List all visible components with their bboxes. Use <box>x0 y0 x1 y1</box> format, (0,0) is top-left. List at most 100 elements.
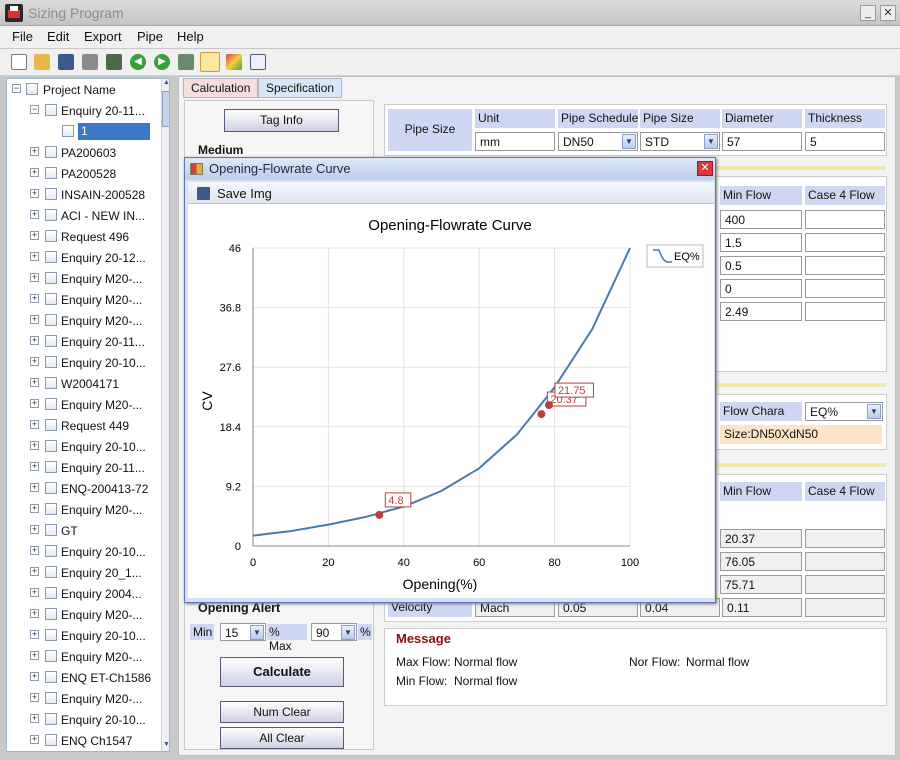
checkbox-icon[interactable] <box>45 209 57 221</box>
expand-icon[interactable]: + <box>30 231 39 240</box>
chart-icon[interactable] <box>200 52 220 72</box>
checkbox-icon[interactable] <box>45 461 57 473</box>
checkbox-icon[interactable] <box>45 629 57 641</box>
checkbox-icon[interactable] <box>45 293 57 305</box>
checkbox-icon[interactable] <box>45 146 57 158</box>
min-flow-field[interactable]: 400 <box>720 210 802 229</box>
tree-item[interactable]: + ACI - NEW IN... <box>7 205 157 226</box>
tree-item[interactable]: − Enquiry 20-11... <box>7 100 157 121</box>
min-flow-field[interactable]: 2.49 <box>720 302 802 321</box>
tree-item[interactable]: + PA200603 <box>7 142 157 163</box>
expand-icon[interactable]: + <box>30 357 39 366</box>
min-flow-field[interactable]: 1.5 <box>720 233 802 252</box>
tree-item[interactable]: + Enquiry M20-... <box>7 688 157 709</box>
menu-pipe[interactable]: Pipe <box>137 29 163 44</box>
tree-item[interactable]: + ENQ ET-Ch1586 <box>7 667 157 688</box>
open-icon[interactable] <box>34 54 50 70</box>
expand-icon[interactable]: + <box>30 462 39 471</box>
checkbox-icon[interactable] <box>62 125 74 137</box>
checkbox-icon[interactable] <box>45 314 57 326</box>
save-img-button[interactable]: Save Img <box>217 186 272 201</box>
tree-item-selected[interactable]: 1 <box>7 121 157 142</box>
export-icon[interactable] <box>178 54 194 70</box>
all-clear-button[interactable]: All Clear <box>220 727 344 749</box>
case4-flow-field[interactable] <box>805 279 885 298</box>
num-clear-button[interactable]: Num Clear <box>220 701 344 723</box>
expand-icon[interactable]: + <box>30 567 39 576</box>
expand-icon[interactable]: + <box>30 714 39 723</box>
tree-item[interactable]: + Enquiry 20-10... <box>7 541 157 562</box>
minimize-button[interactable]: _ <box>860 5 876 21</box>
menu-file[interactable]: File <box>12 29 33 44</box>
tree-item[interactable]: + W2004171 <box>7 373 157 394</box>
expand-icon[interactable]: + <box>30 189 39 198</box>
expand-icon[interactable]: + <box>30 588 39 597</box>
checkbox-icon[interactable] <box>45 335 57 347</box>
checkbox-icon[interactable] <box>45 734 57 746</box>
min-flow-field[interactable]: 0 <box>720 279 802 298</box>
tree-item[interactable]: + Enquiry M20-... <box>7 646 157 667</box>
checkbox-icon[interactable] <box>45 251 57 263</box>
expand-icon[interactable]: − <box>12 84 21 93</box>
checkbox-icon[interactable] <box>45 692 57 704</box>
checkbox-icon[interactable] <box>45 608 57 620</box>
tag-info-button[interactable]: Tag Info <box>224 109 339 132</box>
tree-item[interactable]: + Enquiry M20-... <box>7 268 157 289</box>
checkbox-icon[interactable] <box>45 188 57 200</box>
expand-icon[interactable]: + <box>30 147 39 156</box>
expand-icon[interactable]: + <box>30 378 39 387</box>
checkbox-icon[interactable] <box>45 545 57 557</box>
opening-max-select[interactable]: 90 ▼ <box>311 623 357 641</box>
forward-icon[interactable]: ▶ <box>154 54 170 70</box>
tree-item[interactable]: + PA200528 <box>7 163 157 184</box>
expand-icon[interactable]: + <box>30 630 39 639</box>
checkbox-icon[interactable] <box>45 230 57 242</box>
expand-icon[interactable]: + <box>30 504 39 513</box>
color-icon[interactable] <box>226 54 242 70</box>
expand-icon[interactable]: + <box>30 399 39 408</box>
tree-item[interactable]: + ENQ-200413-72 <box>7 478 157 499</box>
checkbox-icon[interactable] <box>45 398 57 410</box>
close-window-button[interactable]: ✕ <box>880 5 896 21</box>
tree-root[interactable]: − Project Name <box>7 79 157 100</box>
tree-item[interactable]: + Enquiry 20-11... <box>7 331 157 352</box>
tree-item[interactable]: + Enquiry 20-10... <box>7 625 157 646</box>
tree-item[interactable]: + Enquiry M20-... <box>7 604 157 625</box>
back-icon[interactable]: ◀ <box>130 54 146 70</box>
tree-item[interactable]: + Enquiry 20_1... <box>7 562 157 583</box>
tree-item[interactable]: + Request 496 <box>7 226 157 247</box>
expand-icon[interactable]: + <box>30 420 39 429</box>
menu-help[interactable]: Help <box>177 29 204 44</box>
case4-flow-field[interactable] <box>805 302 885 321</box>
save-img-icon[interactable] <box>197 187 210 200</box>
tree-item[interactable]: + ENQ Ch1547 <box>7 730 157 751</box>
pipe-unit-field[interactable]: mm <box>475 132 555 151</box>
new-icon[interactable] <box>11 54 27 70</box>
checkbox-icon[interactable] <box>45 104 57 116</box>
expand-icon[interactable]: + <box>30 336 39 345</box>
expand-icon[interactable]: + <box>30 315 39 324</box>
tree-item[interactable]: + Enquiry M20-... <box>7 310 157 331</box>
checkbox-icon[interactable] <box>45 587 57 599</box>
expand-icon[interactable]: + <box>30 210 39 219</box>
tree-item[interactable]: + Enquiry 20-10... <box>7 352 157 373</box>
checkbox-icon[interactable] <box>45 377 57 389</box>
save-icon[interactable] <box>58 54 74 70</box>
tree-item[interactable]: + Enquiry 20-10... <box>7 709 157 730</box>
tree-item[interactable]: + Enquiry 2004... <box>7 583 157 604</box>
checkbox-icon[interactable] <box>26 83 38 95</box>
expand-icon[interactable]: + <box>30 441 39 450</box>
menu-edit[interactable]: Edit <box>47 29 69 44</box>
expand-icon[interactable]: + <box>30 525 39 534</box>
checkbox-icon[interactable] <box>45 272 57 284</box>
expand-icon[interactable]: + <box>30 168 39 177</box>
expand-icon[interactable]: + <box>30 609 39 618</box>
expand-icon[interactable]: + <box>30 546 39 555</box>
print-icon[interactable] <box>82 54 98 70</box>
tree-item[interactable]: + Enquiry M20-... <box>7 289 157 310</box>
tree-item[interactable]: + Enquiry M20-... <box>7 499 157 520</box>
tree-item[interactable]: + Enquiry M20-... <box>7 394 157 415</box>
checkbox-icon[interactable] <box>45 482 57 494</box>
dialog-close-button[interactable]: ✕ <box>697 161 713 176</box>
expand-icon[interactable]: + <box>30 483 39 492</box>
